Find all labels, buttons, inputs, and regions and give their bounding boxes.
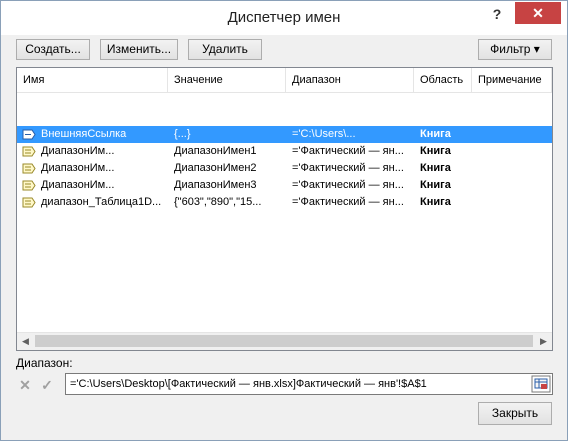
create-button[interactable]: Создать... <box>16 39 90 60</box>
row-scope: Книга <box>420 162 451 174</box>
row-scope: Книга <box>420 128 451 140</box>
range-label: Диапазон: <box>16 356 73 370</box>
row-scope: Книга <box>420 196 451 208</box>
table-row[interactable]: ДиапазонИм... ДиапазонИмен1 ='Фактически… <box>17 143 552 160</box>
filter-button[interactable]: Фильтр ▾ <box>478 39 552 60</box>
collapse-dialog-icon[interactable] <box>531 375 551 393</box>
column-header-name[interactable]: Имя <box>17 68 168 92</box>
check-icon[interactable]: ✓ <box>38 376 56 394</box>
row-scope: Книга <box>420 145 451 157</box>
row-comment <box>472 126 552 143</box>
row-range: ='Фактический — ян... <box>292 179 404 191</box>
scroll-right-icon[interactable]: ▶ <box>535 333 552 350</box>
named-range-icon <box>22 180 36 191</box>
scroll-left-icon[interactable]: ◀ <box>17 333 34 350</box>
named-range-icon <box>22 146 36 157</box>
column-header-scope[interactable]: Область <box>414 68 472 92</box>
table-row[interactable]: ДиапазонИм... ДиапазонИмен2 ='Фактически… <box>17 160 552 177</box>
table-row[interactable]: диапазон_Таблица1D... {"603","890","15..… <box>17 194 552 211</box>
column-header-range[interactable]: Диапазон <box>286 68 414 92</box>
delete-button[interactable]: Удалить <box>188 39 262 60</box>
row-value: ДиапазонИмен3 <box>174 179 257 191</box>
edit-button[interactable]: Изменить... <box>100 39 178 60</box>
column-header-comment[interactable]: Примечание <box>472 68 552 92</box>
close-window-button[interactable]: ✕ <box>515 2 561 24</box>
row-scope: Книга <box>420 179 451 191</box>
x-icon[interactable]: ✕ <box>16 376 34 394</box>
row-comment <box>472 177 552 194</box>
row-value: ДиапазонИмен2 <box>174 162 257 174</box>
row-comment <box>472 194 552 211</box>
row-value: {"603","890","15... <box>174 196 262 208</box>
close-button[interactable]: Закрыть <box>478 402 552 425</box>
row-range: ='Фактический — ян... <box>292 196 404 208</box>
names-list[interactable]: Имя Значение Диапазон Область Примечание… <box>16 67 553 351</box>
row-range: ='C:\Users\... <box>292 128 356 140</box>
range-reference-input[interactable]: ='C:\Users\Desktop\[Фактический — янв.xl… <box>65 373 553 395</box>
dialog-body: Создать... Изменить... Удалить Фильтр ▾ … <box>1 35 567 440</box>
list-header: Имя Значение Диапазон Область Примечание <box>17 68 552 93</box>
scrollbar-thumb[interactable] <box>35 335 533 347</box>
row-name: диапазон_Таблица1D... <box>41 196 162 208</box>
row-comment <box>472 143 552 160</box>
row-comment <box>472 160 552 177</box>
row-name: ВнешняяСсылка <box>41 128 127 140</box>
column-header-value[interactable]: Значение <box>168 68 286 92</box>
help-button[interactable]: ? <box>485 3 509 25</box>
row-value: {...} <box>174 128 191 140</box>
row-range: ='Фактический — ян... <box>292 145 404 157</box>
row-range: ='Фактический — ян... <box>292 162 404 174</box>
row-value: ДиапазонИмен1 <box>174 145 257 157</box>
named-range-icon <box>22 197 36 208</box>
named-range-icon <box>22 163 36 174</box>
window-title: Диспетчер имен <box>227 9 341 26</box>
table-row[interactable]: ВнешняяСсылка {...} ='C:\Users\... Книга <box>17 126 552 143</box>
table-row[interactable]: ДиапазонИм... ДиапазонИмен3 ='Фактически… <box>17 177 552 194</box>
name-manager-dialog: Диспетчер имен ? ✕ Создать... Изменить..… <box>0 0 568 441</box>
row-name: ДиапазонИм... <box>41 162 115 174</box>
row-name: ДиапазонИм... <box>41 145 115 157</box>
row-name: ДиапазонИм... <box>41 179 115 191</box>
horizontal-scrollbar[interactable]: ◀ ▶ <box>17 332 552 350</box>
external-link-icon <box>22 129 36 140</box>
title-bar[interactable]: Диспетчер имен ? ✕ <box>1 1 567 35</box>
